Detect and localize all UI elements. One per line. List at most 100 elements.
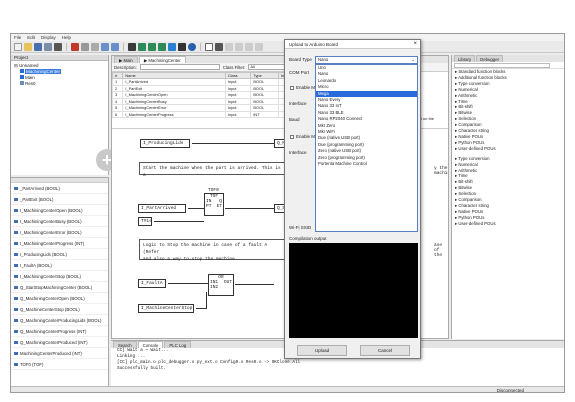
library-item-label: Python POUs: [458, 139, 485, 145]
description-field[interactable]: [139, 64, 220, 70]
select-pointer-icon[interactable]: [205, 42, 213, 51]
comment-stop-tail: ase of the: [434, 243, 443, 258]
connection-icon[interactable]: [255, 42, 263, 51]
variable-list-item[interactable]: Q_MachiningCenterProgress (INT): [11, 326, 108, 337]
library-item-label: Native POUs: [458, 208, 484, 214]
variable-icon: [14, 286, 18, 290]
menu-display[interactable]: Display: [41, 35, 56, 40]
variable-list-item[interactable]: I_ProducingLids (BOOL): [11, 249, 108, 260]
new-file-icon[interactable]: [14, 42, 22, 51]
scroll-icon[interactable]: [215, 42, 223, 51]
variable-item-label: I_MachiningCenterOpen (BOOL): [20, 208, 83, 213]
variable-item-label: I_MachiningCenterProgress (INT): [20, 241, 85, 246]
or-block[interactable]: OR IN1 OUT IN2: [208, 274, 234, 296]
fault-a-variable[interactable]: I_FaultA: [138, 279, 166, 288]
redo-icon[interactable]: [111, 42, 119, 51]
open-folder-icon[interactable]: [24, 42, 32, 51]
menu-file[interactable]: File: [14, 35, 21, 40]
tab-debugger[interactable]: Debugger: [476, 55, 504, 62]
machine-center-stop-variable[interactable]: I_MachineCenterStop: [138, 304, 194, 313]
print-icon[interactable]: [54, 42, 62, 51]
library-item-label: Comparison: [458, 122, 482, 128]
wire: [192, 143, 274, 144]
comment-start-machine[interactable]: Start the machine when the part is arriv…: [139, 162, 289, 178]
variable-list-item[interactable]: Q_MachiningCenterProducingLids (BOOL): [11, 315, 108, 326]
enable-modbus-checkbox[interactable]: [290, 86, 294, 90]
part-arrived-variable[interactable]: I_PartArrived: [138, 204, 186, 213]
dialog-titlebar: Upload to Arduino Board ×: [285, 40, 420, 49]
wire: [196, 308, 206, 309]
comment-stop-machine[interactable]: Logic to Stop the machine in case of a f…: [139, 239, 289, 262]
library-item-label: Numerical: [458, 86, 478, 92]
variable-list-item[interactable]: Q_StartStopMachiningCenter (BOOL): [11, 282, 108, 293]
table-cell[interactable]: Input: [224, 110, 252, 118]
variable-icon: [14, 242, 18, 246]
tab-plc-log[interactable]: PLC Log: [164, 341, 192, 348]
menu-edit[interactable]: Edit: [27, 35, 35, 40]
cut-icon[interactable]: [71, 42, 79, 51]
transfer-icon[interactable]: [148, 42, 156, 51]
library-item-label: Native POUs: [458, 133, 484, 139]
t1s-constant[interactable]: T#1s: [138, 217, 152, 226]
variable-list-item[interactable]: TOF0 (TOF): [11, 359, 108, 370]
variable-icon: [14, 231, 18, 235]
menu-help[interactable]: Help: [62, 35, 71, 40]
variable-block-icon[interactable]: [235, 42, 243, 51]
paste-icon[interactable]: [91, 42, 99, 51]
debug-icon[interactable]: [158, 42, 166, 51]
table-cell[interactable]: INT: [250, 110, 279, 118]
upload-button[interactable]: Upload: [297, 345, 347, 356]
tree-node-res0[interactable]: Res0: [14, 81, 105, 87]
arduino-upload-icon[interactable]: [188, 42, 196, 51]
tab-console[interactable]: Console: [137, 341, 164, 348]
variable-list-item[interactable]: I_MachiningCenterOpen (BOOL): [11, 205, 108, 216]
cancel-button[interactable]: Cancel: [360, 345, 410, 356]
build-icon[interactable]: [138, 42, 146, 51]
copy-icon[interactable]: [81, 42, 89, 51]
board-type-select[interactable]: Nano ⌄: [315, 56, 418, 64]
variable-list-item[interactable]: I_MachiningCenterError (BOOL): [11, 227, 108, 238]
variable-icon: [14, 220, 18, 224]
variable-list-item[interactable]: I_FaultA (BOOL): [11, 260, 108, 271]
tab-search[interactable]: Search: [113, 341, 137, 348]
board-type-label: Board Type: [289, 57, 312, 62]
variable-list-item[interactable]: _PartArrived (BOOL): [11, 183, 108, 194]
tab-main[interactable]: ▶ Main: [114, 56, 138, 63]
search-icon[interactable]: [128, 42, 136, 51]
tab-library[interactable]: Library: [454, 55, 476, 62]
variable-list-item[interactable]: Q_MachineCenterStop (BOOL): [11, 304, 108, 315]
undo-icon[interactable]: [101, 42, 109, 51]
or-out-pin: OUT: [223, 280, 232, 285]
tab-machiningcenter[interactable]: ▶ MachiningCenter: [138, 56, 186, 63]
save-icon[interactable]: [34, 42, 42, 51]
variable-item-label: Q_StartStopMachiningCenter (BOOL): [20, 285, 93, 290]
function-block-icon[interactable]: [245, 42, 253, 51]
table-cell[interactable]: 6: [112, 110, 124, 118]
comment-block-icon[interactable]: [225, 42, 233, 51]
close-icon[interactable]: ×: [413, 40, 417, 49]
library-item-label: User-defined POUs: [458, 220, 496, 226]
board-option[interactable]: Portenta Machine Control: [316, 161, 417, 167]
wire: [154, 221, 204, 222]
interface-label: Interface: [289, 101, 307, 106]
variable-list-item[interactable]: Q_MachiningCenterProduced (INT): [11, 337, 108, 348]
library-search-input[interactable]: [454, 63, 550, 68]
variable-list-item[interactable]: MachiningCenterProduced (INT): [11, 348, 108, 359]
library-pane: Library Debugger ▸ Standard function blo…: [451, 55, 564, 339]
variable-list-item[interactable]: I_MachiningCenterProgress (INT): [11, 238, 108, 249]
enable-modbus-tcp-checkbox[interactable]: [290, 135, 294, 139]
variable-list-item[interactable]: I_MachiningCenterBusy (BOOL): [11, 216, 108, 227]
variable-list-item[interactable]: I_MachiningCenterStop (BOOL): [11, 271, 108, 282]
variable-list-item[interactable]: Q_MachiningCenterOpen (BOOL): [11, 293, 108, 304]
library-item[interactable]: ▸ User-defined POUs: [452, 220, 564, 227]
run-icon[interactable]: [178, 42, 186, 51]
variable-list-item[interactable]: _PartExit (BOOL): [11, 194, 108, 205]
simulate-icon[interactable]: [168, 42, 176, 51]
producing-lids-variable[interactable]: I_ProducingLids: [140, 139, 190, 148]
variable-item-label: _PartArrived (BOOL): [20, 186, 60, 191]
tab-machiningcenter-label: MachiningCenter: [148, 58, 181, 63]
tof-block[interactable]: TOF IN Q PT ET: [204, 193, 224, 216]
save-as-icon[interactable]: [44, 42, 52, 51]
table-cell[interactable]: I_MachiningCenterProgress: [122, 110, 226, 118]
upload-dialog: Upload to Arduino Board × Board Type Nan…: [284, 39, 421, 359]
